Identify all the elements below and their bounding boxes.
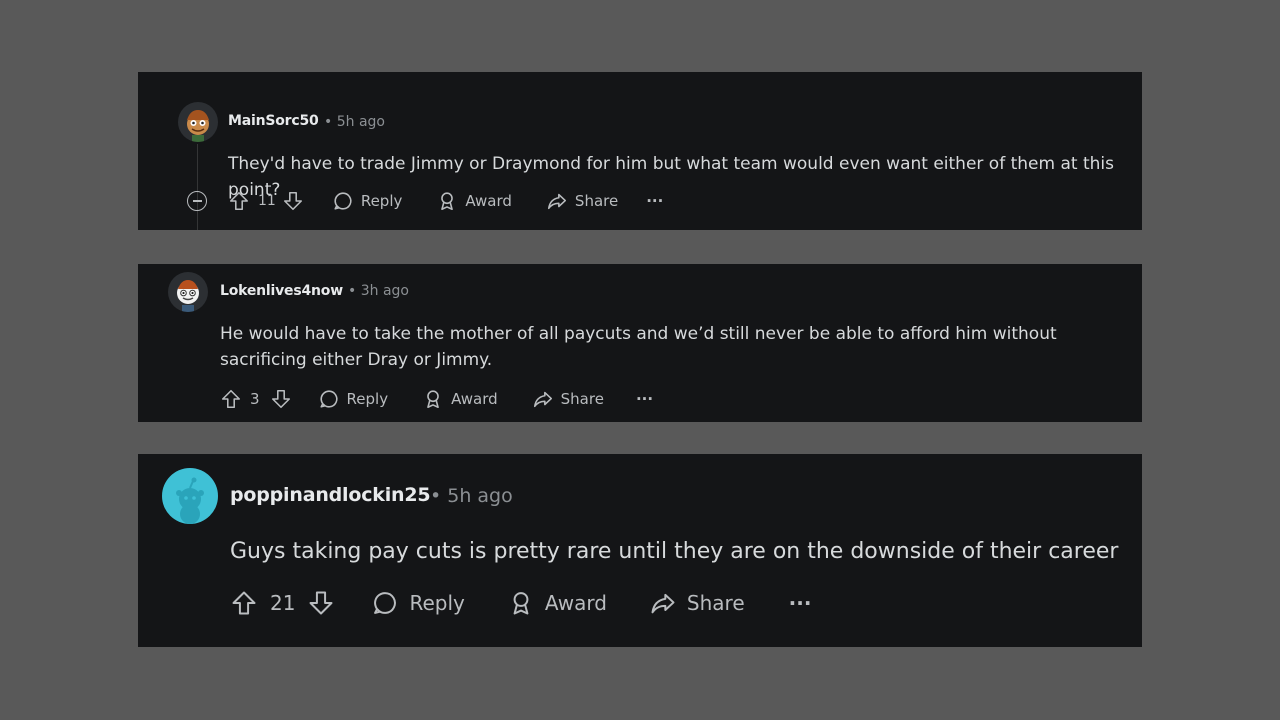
award-icon [427,390,439,409]
share-icon [651,593,675,614]
vote-count: 11 [258,193,276,209]
reply-label: Reply [409,591,465,615]
award-label: Award [465,192,512,210]
reply-button[interactable]: Reply [371,589,465,617]
comment-actions: 11 Reply Award Share ··· [228,189,663,213]
share-button[interactable]: Share [649,589,745,617]
award-label: Award [544,591,607,615]
share-button[interactable]: Share [546,190,618,212]
comment-card-2: Lokenlives4now • 3h ago He would have to… [138,264,1142,422]
username[interactable]: MainSorc50 [228,113,319,129]
timestamp[interactable]: • 5h ago [430,485,513,507]
username[interactable]: Lokenlives4now [220,283,343,299]
comment-card-1: MainSorc50 • 5h ago They'd have to trade… [138,72,1142,230]
award-label: Award [451,390,498,408]
downvote-button[interactable] [270,388,292,410]
snoo-avatar-icon [187,110,209,142]
avatar[interactable] [178,102,218,142]
reply-label: Reply [346,390,389,408]
reply-button[interactable]: Reply [332,190,403,212]
comment-actions: 3 Reply Award Share ··· [220,387,653,411]
username[interactable]: poppinandlockin25 [230,484,431,506]
timestamp[interactable]: • 3h ago [348,283,409,299]
share-button[interactable]: Share [532,388,604,410]
more-options-button[interactable]: ··· [789,591,812,615]
upvote-icon [221,389,241,409]
downvote-icon [271,389,290,409]
award-icon [441,192,454,211]
share-icon [533,391,552,408]
share-label: Share [686,591,745,615]
comment-text: Guys taking pay cuts is pretty rare unti… [230,539,1119,564]
comment-actions: 21 Reply Award Share ··· [230,587,811,619]
downvote-icon [309,591,333,615]
downvote-button[interactable] [307,589,335,617]
more-options-button[interactable]: ··· [636,390,653,408]
timestamp[interactable]: • 5h ago [324,114,385,130]
upvote-button[interactable] [230,589,258,617]
comment-bubble-icon [334,192,352,210]
award-button[interactable]: Award [507,589,607,617]
downvote-icon [283,191,302,211]
comment-card-3: poppinandlockin25 • 5h ago Guys taking p… [138,454,1142,647]
more-options-button[interactable]: ··· [646,192,663,210]
award-button[interactable]: Award [436,190,512,212]
comment-bubble-icon [374,592,397,614]
avatar[interactable] [162,468,218,524]
default-snoo-avatar-icon [176,477,204,524]
downvote-button[interactable] [282,190,304,212]
upvote-icon [232,591,256,615]
avatar[interactable] [168,272,208,312]
share-icon [547,193,566,210]
award-button[interactable]: Award [422,388,498,410]
vote-count: 3 [250,390,260,408]
collapse-button[interactable] [187,191,207,211]
comment-text: He would have to take the mother of all … [220,324,1057,370]
upvote-button[interactable] [220,388,242,410]
share-label: Share [574,192,619,210]
vote-count: 21 [270,591,296,615]
upvote-button[interactable] [228,190,250,212]
reply-label: Reply [360,192,403,210]
snoo-avatar-icon [177,280,199,312]
upvote-icon [229,191,249,211]
thread-line[interactable] [197,144,198,230]
comment-bubble-icon [319,390,338,408]
reply-button[interactable]: Reply [318,388,389,410]
share-label: Share [560,390,604,408]
award-icon [513,592,529,615]
